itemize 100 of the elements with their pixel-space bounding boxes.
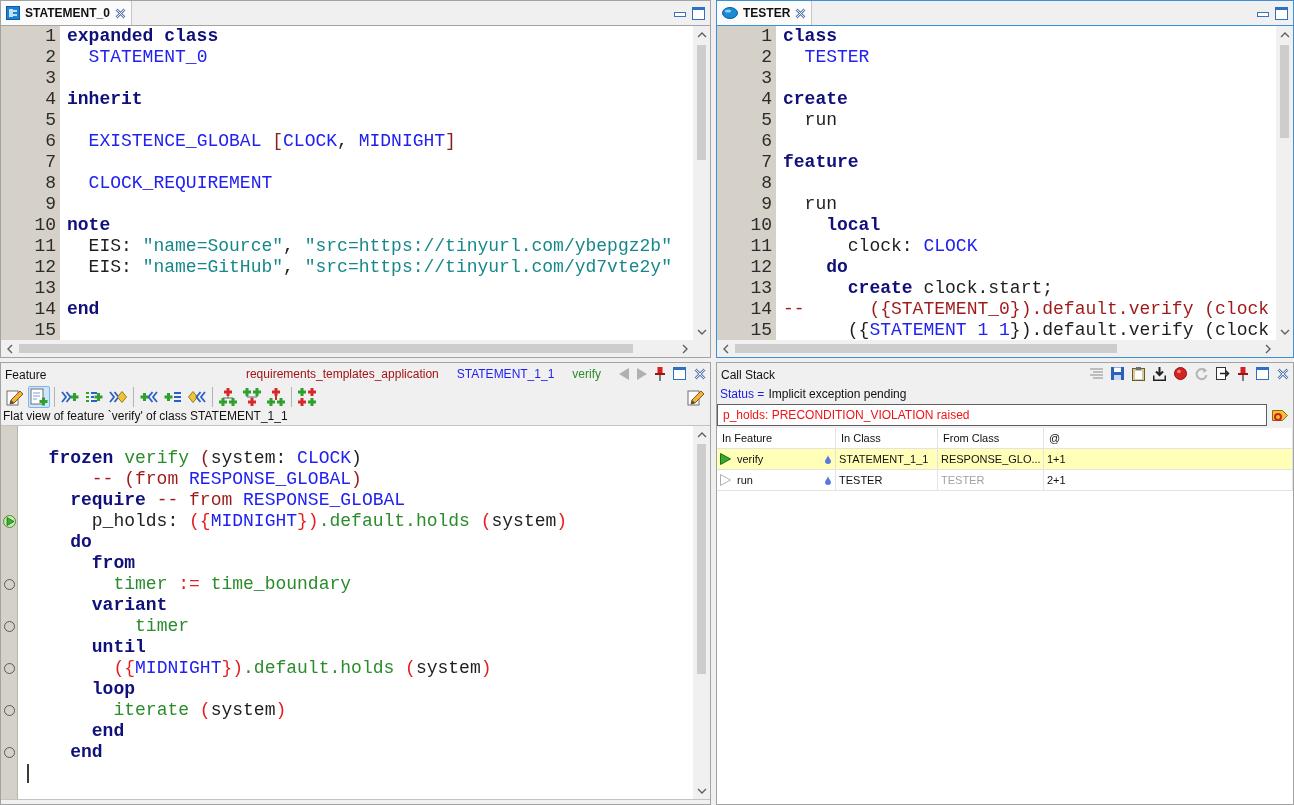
minimize-icon[interactable]: [1257, 9, 1269, 17]
scrollbar-thumb[interactable]: [1280, 45, 1289, 138]
circle-icon[interactable]: [3, 663, 15, 674]
chevron-left-icon[interactable]: [721, 343, 730, 354]
close-icon[interactable]: [114, 7, 126, 19]
column-header[interactable]: From Class: [938, 428, 1044, 448]
drop-icon: [825, 475, 831, 485]
chevron-right-icon[interactable]: [680, 343, 689, 354]
stack-row[interactable]: verify STATEMENT_1_1 RESPONSE_GLO... 1+1: [717, 449, 1293, 470]
line-number: 12: [750, 257, 772, 278]
maximize-icon[interactable]: [1256, 367, 1269, 380]
vertical-scrollbar[interactable]: [1276, 26, 1293, 340]
line-number: 1: [761, 26, 772, 47]
close-icon[interactable]: [1277, 367, 1289, 380]
chevron-down-icon[interactable]: [696, 786, 707, 795]
editor-tab[interactable]: STATEMENT_0: [1, 1, 132, 25]
class-square-icon: [6, 6, 20, 20]
download-icon[interactable]: [1153, 366, 1166, 381]
circle-icon[interactable]: [3, 621, 15, 632]
chevron-up-icon[interactable]: [696, 30, 707, 39]
vertical-scrollbar[interactable]: [693, 26, 710, 340]
line-number: 14: [34, 299, 56, 320]
table-cell: STATEMENT_1_1: [836, 449, 938, 469]
clipboard-icon[interactable]: [1132, 366, 1145, 381]
scrollbar-thumb[interactable]: [19, 344, 633, 353]
maximize-icon[interactable]: [1275, 6, 1288, 20]
panel-title: Call Stack: [721, 367, 776, 382]
table-cell: 2+1: [1044, 470, 1293, 490]
code-line: ({STATEMENT 1 1}).default.verify (clock: [847, 320, 1270, 340]
line-number: 15: [34, 320, 56, 340]
vertical-scrollbar[interactable]: [693, 426, 710, 799]
code-line: timer: [135, 616, 190, 637]
status-label: Status =: [720, 386, 765, 401]
code-line: end: [91, 721, 125, 742]
export-icon[interactable]: [1216, 367, 1230, 380]
code-line: EXISTENCE_GLOBAL [CLOCK, MIDNIGHT]: [88, 131, 456, 152]
drop-icon: [825, 454, 831, 464]
status-text: Implicit exception pending: [768, 386, 907, 401]
column-header[interactable]: In Class: [836, 428, 938, 448]
code-line: require -- from RESPONSE_GLOBAL: [70, 490, 406, 511]
column-header[interactable]: In Feature: [717, 428, 836, 448]
line-number: 6: [45, 131, 56, 152]
minimize-icon[interactable]: [674, 9, 686, 17]
pin-icon[interactable]: [655, 366, 665, 381]
code-line: EIS: "name=Source", "src=https://tinyurl.com/ybepgz2b": [88, 236, 672, 257]
chevron-left-icon[interactable]: [5, 343, 14, 354]
code-line: end: [67, 299, 100, 320]
code-line: STATEMENT_0: [88, 47, 208, 68]
close-icon[interactable]: [795, 7, 807, 19]
maximize-icon[interactable]: [692, 6, 705, 20]
line-number: 4: [45, 89, 56, 110]
code-line: p_holds: ({MIDNIGHT}).default.holds (system): [91, 511, 568, 532]
line-number: 2: [761, 47, 772, 68]
code-line: variant: [91, 595, 168, 616]
line-number: 9: [761, 194, 772, 215]
stack-row[interactable]: run TESTER TESTER 2+1: [717, 470, 1293, 491]
save-icon[interactable]: [1111, 367, 1124, 380]
code-line: timer := time_boundary: [113, 574, 352, 595]
scrollbar-thumb[interactable]: [697, 45, 706, 160]
code-line: loop: [91, 679, 136, 700]
code-line: from: [91, 553, 136, 574]
code-line: run: [804, 194, 837, 215]
tag-icon[interactable]: [1272, 407, 1288, 423]
panel-title: Feature: [5, 367, 47, 382]
circle-icon[interactable]: [3, 705, 15, 716]
line-number: 2: [45, 47, 56, 68]
pin-icon[interactable]: [1238, 366, 1248, 381]
chevron-down-icon[interactable]: [1279, 327, 1290, 336]
feature-name: run: [737, 474, 754, 486]
play-outline-icon: [720, 474, 731, 486]
exception-field[interactable]: p_holds: PRECONDITION_VIOLATION raised: [717, 404, 1267, 426]
table-cell: RESPONSE_GLO...: [938, 449, 1044, 469]
line-number: 7: [45, 152, 56, 173]
circle-icon[interactable]: [3, 747, 15, 758]
scrollbar-thumb[interactable]: [697, 444, 706, 674]
maximize-icon[interactable]: [673, 367, 686, 380]
record-icon[interactable]: [1174, 367, 1187, 380]
close-icon[interactable]: [694, 367, 706, 380]
chevron-up-icon[interactable]: [1279, 30, 1290, 39]
code-line: inherit: [67, 89, 143, 110]
line-number: 4: [761, 89, 772, 110]
chevron-right-icon[interactable]: [1263, 343, 1272, 354]
code-line: do: [70, 532, 92, 553]
line-number: 10: [34, 215, 56, 236]
line-number: 13: [34, 278, 56, 299]
code-line: ({MIDNIGHT}).default.holds (system): [113, 658, 492, 679]
play-marker-icon[interactable]: [2, 515, 16, 528]
line-number: 13: [750, 278, 772, 299]
scrollbar-thumb[interactable]: [735, 344, 1117, 353]
editor-tab[interactable]: TESTER: [717, 1, 813, 25]
class-oval-icon: [722, 7, 738, 19]
chevron-down-icon[interactable]: [696, 327, 707, 336]
line-number: 8: [761, 173, 772, 194]
chevron-up-icon[interactable]: [696, 430, 707, 439]
code-line: -- (from RESPONSE_GLOBAL): [91, 469, 362, 490]
line-number: 14: [750, 299, 772, 320]
code-line: run: [804, 110, 837, 131]
circle-icon[interactable]: [3, 579, 15, 590]
line-number: 15: [750, 320, 772, 340]
column-header[interactable]: @: [1044, 428, 1293, 448]
